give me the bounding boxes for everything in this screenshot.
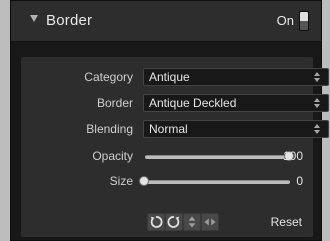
- opacity-slider-track[interactable]: [145, 155, 290, 159]
- border-select[interactable]: Antique Deckled: [143, 94, 329, 112]
- flip-vertical-icon: [188, 216, 196, 228]
- select-stepper-icon: [314, 124, 322, 135]
- flip-horizontal-button[interactable]: [201, 213, 219, 231]
- size-slider-thumb[interactable]: [139, 176, 149, 186]
- size-slider[interactable]: [139, 176, 290, 188]
- blending-label: Blending: [86, 122, 133, 136]
- rotate-right-icon: [167, 216, 180, 228]
- border-panel-frame: Border On Category Antique Border Antiqu…: [10, 0, 329, 241]
- category-value: Antique: [149, 70, 190, 84]
- flip-vertical-button[interactable]: [183, 213, 201, 231]
- rotate-right-button[interactable]: [165, 213, 183, 231]
- opacity-label: Opacity: [92, 149, 133, 163]
- opacity-value[interactable]: 100: [283, 149, 303, 163]
- select-stepper-icon: [314, 98, 322, 109]
- collapse-arrow-icon[interactable]: [30, 15, 38, 22]
- blending-select[interactable]: Normal: [143, 120, 329, 138]
- border-value: Antique Deckled: [149, 96, 237, 110]
- reset-button[interactable]: Reset: [271, 215, 302, 229]
- category-label: Category: [84, 70, 133, 84]
- size-label: Size: [109, 174, 133, 188]
- opacity-slider[interactable]: [145, 151, 294, 163]
- on-label: On: [276, 13, 294, 28]
- border-label: Border: [96, 96, 133, 110]
- blending-value: Normal: [149, 122, 188, 136]
- size-slider-track[interactable]: [145, 180, 290, 184]
- panel-title: Border: [46, 12, 93, 29]
- size-value[interactable]: 0: [296, 174, 303, 188]
- flip-horizontal-icon: [204, 218, 216, 226]
- enable-toggle[interactable]: [299, 11, 309, 31]
- category-select[interactable]: Antique: [143, 68, 329, 86]
- rotate-left-icon: [150, 216, 163, 228]
- panel-header[interactable]: Border On: [11, 1, 321, 42]
- rotate-left-button[interactable]: [147, 213, 165, 231]
- select-stepper-icon: [314, 72, 322, 83]
- panel-body: Category Antique Border Antique Deckled …: [21, 57, 329, 237]
